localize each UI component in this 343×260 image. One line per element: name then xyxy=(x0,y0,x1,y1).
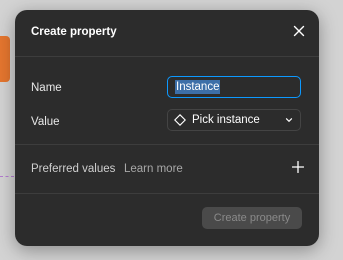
dialog-title: Create property xyxy=(31,26,117,38)
preferred-values-label: Preferred values xyxy=(31,163,116,175)
divider xyxy=(15,193,319,194)
dialog-header: Create property xyxy=(15,10,319,57)
name-input[interactable]: Instance xyxy=(167,76,301,98)
canvas-dashed-guide xyxy=(0,176,14,177)
create-property-dialog: Create property Name Instance Value Pick… xyxy=(15,10,319,246)
diamond-icon xyxy=(174,114,186,126)
close-icon xyxy=(293,24,305,42)
value-dropdown[interactable]: Pick instance xyxy=(167,109,301,131)
value-dropdown-text: Pick instance xyxy=(192,114,260,126)
close-button[interactable] xyxy=(289,23,309,43)
name-input-value: Instance xyxy=(175,80,221,94)
plus-icon xyxy=(291,160,305,178)
name-label: Name xyxy=(31,82,62,94)
chevron-down-icon xyxy=(284,115,294,125)
canvas-frame-edge xyxy=(0,36,10,82)
create-property-button[interactable]: Create property xyxy=(202,207,302,229)
add-preferred-value-button[interactable] xyxy=(289,160,307,178)
value-label: Value xyxy=(31,116,60,128)
divider xyxy=(15,144,319,145)
learn-more-link[interactable]: Learn more xyxy=(124,163,183,175)
